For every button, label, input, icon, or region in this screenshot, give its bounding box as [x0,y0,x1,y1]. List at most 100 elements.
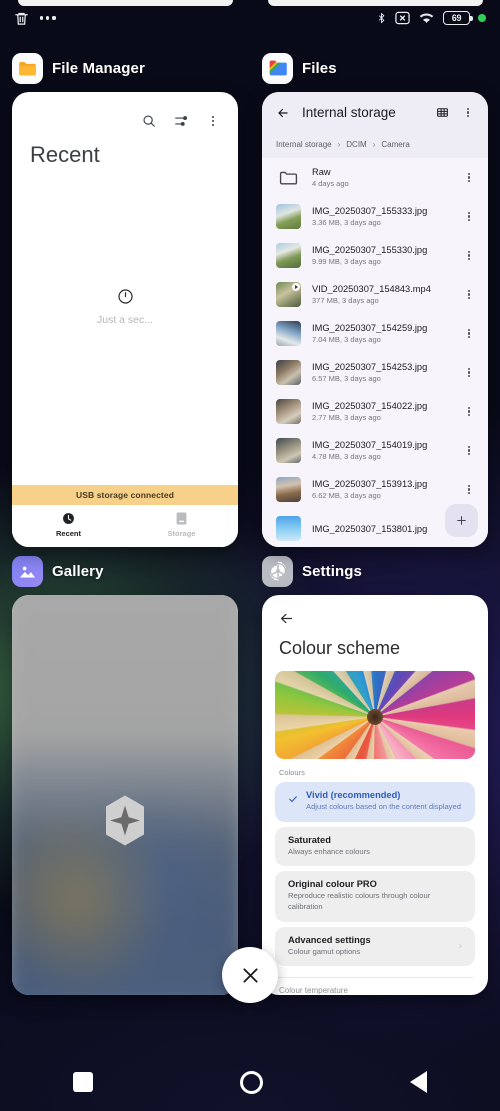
image-thumbnail [276,399,301,424]
arrow-back-icon[interactable] [279,611,488,626]
image-thumbnail [276,438,301,463]
bluetooth-icon [376,10,387,26]
breadcrumb[interactable]: Internal storage › DCIM › Camera [262,133,488,158]
arrow-back-icon[interactable] [276,106,290,120]
task-files[interactable]: Files Internal storage Internal storage … [250,44,500,547]
list-item[interactable]: IMG_20250307_154259.jpg 7.04 MB, 3 days a… [262,314,488,353]
tune-icon[interactable] [174,114,188,128]
task-gallery[interactable]: Gallery [0,547,250,995]
image-thumbnail [276,477,301,502]
list-item-meta: VID_20250307_154843.mp4 377 MB, 3 days ag… [312,284,451,305]
close-all-button[interactable] [222,947,278,1003]
list-item-name: IMG_20250307_154253.jpg [312,362,428,372]
file-manager-loading: Just a sec... [12,168,238,485]
app-name-file-manager: File Manager [52,59,145,77]
folder-icon [276,165,301,190]
more-vert-icon[interactable] [462,211,476,222]
list-item[interactable]: IMG_20250307_155330.jpg 9.99 MB, 3 days a… [262,236,488,275]
list-item[interactable]: Raw 4 days ago [262,158,488,197]
breadcrumb-item-0[interactable]: Internal storage [276,140,332,149]
home-circle-icon[interactable] [239,1070,263,1094]
hexagon-sparkle-icon [102,795,148,852]
tab-storage-label: Storage [167,529,196,538]
list-item-meta: IMG_20250307_153801.jpg [312,524,451,534]
tab-storage[interactable]: Storage [125,512,238,538]
battery-indicator: 69 [443,11,473,25]
colour-option-2[interactable]: Saturated Always enhance colours [275,826,475,867]
list-item-subtitle: 9.99 MB, 3 days ago [312,257,381,266]
add-icon[interactable] [445,504,478,537]
breadcrumb-item-2[interactable]: Camera [381,140,409,149]
list-item[interactable]: IMG_20250307_155333.jpg 3.36 MB, 3 days a… [262,197,488,236]
close-icon [242,967,258,983]
list-item[interactable]: IMG_20250307_154253.jpg 6.57 MB, 3 days a… [262,353,488,392]
system-navigation-bar [0,1053,500,1111]
task-file-manager[interactable]: File Manager Recent Just a sec... USB st… [0,44,250,547]
files-list[interactable]: Raw 4 days ago IMG_20250307_155333.jpg 3.36… [262,158,488,547]
more-vert-icon[interactable] [462,367,476,378]
card-files[interactable]: Internal storage Internal storage › DCIM… [262,92,488,547]
colour-option-name: Original colour PRO [288,879,377,890]
list-item-name: IMG_20250307_154022.jpg [312,401,428,411]
chevron-right-icon: › [337,140,341,149]
list-item-subtitle: 7.04 MB, 3 days ago [312,335,381,344]
more-vert-icon[interactable] [462,328,476,339]
list-item-subtitle: 3.36 MB, 3 days ago [312,218,381,227]
breadcrumb-item-1[interactable]: DCIM [346,140,366,149]
card-gallery[interactable] [12,595,238,995]
colour-scheme-options: Vivid (recommended) Adjust colours based … [262,782,488,971]
list-item-meta: Raw 4 days ago [312,167,451,188]
list-item-subtitle: 6.62 MB, 3 days ago [312,491,381,500]
card-settings[interactable]: Colour scheme Colours Vivid (recommended… [262,595,488,995]
tab-recent[interactable]: Recent [12,512,125,538]
more-vert-icon[interactable] [462,445,476,456]
more-vert-icon[interactable] [462,250,476,261]
more-vert-icon[interactable] [461,107,475,118]
app-header-files: Files [262,44,488,92]
more-vert-icon[interactable] [462,406,476,417]
trash-icon[interactable] [14,10,29,27]
search-icon[interactable] [142,114,156,128]
play-icon [292,283,300,291]
list-item[interactable]: VID_20250307_154843.mp4 377 MB, 3 days ag… [262,275,488,314]
colour-option-description: Always enhance colours [288,846,370,856]
colour-option-description: Adjust colours based on the content disp… [306,802,461,812]
app-header-file-manager: File Manager [12,44,238,92]
more-vert-icon[interactable] [206,116,220,126]
list-item-name: VID_20250307_154843.mp4 [312,284,431,294]
list-item-subtitle: 4 days ago [312,179,349,188]
colour-option-1[interactable]: Vivid (recommended) Adjust colours based … [275,782,475,822]
image-thumbnail [276,243,301,268]
list-item-meta: IMG_20250307_155333.jpg 3.36 MB, 3 days a… [312,206,451,227]
colour-option-4[interactable]: Advanced settings Colour gamut options › [275,926,475,967]
more-vert-icon[interactable] [462,289,476,300]
list-item[interactable]: IMG_20250307_154019.jpg 4.78 MB, 3 days a… [262,431,488,470]
list-item-subtitle: 4.78 MB, 3 days ago [312,452,381,461]
more-vert-icon[interactable] [462,484,476,495]
more-options-icon[interactable] [40,16,56,20]
gear-icon [262,555,293,587]
list-item-subtitle: 6.57 MB, 3 days ago [312,374,381,383]
clock-icon [117,288,134,305]
list-item-meta: IMG_20250307_154019.jpg 4.78 MB, 3 days a… [312,440,451,461]
chevron-right-icon: › [458,940,462,952]
image-thumbnail [276,321,301,346]
back-triangle-icon[interactable] [409,1071,427,1093]
colour-option-name: Saturated [288,834,331,845]
chevron-right-icon: › [372,140,376,149]
colour-option-3[interactable]: Original colour PRO Reproduce realistic c… [275,871,475,922]
more-vert-icon[interactable] [462,172,476,183]
task-settings[interactable]: Settings Colour scheme Colours Vivid (re… [250,547,500,995]
list-item-meta: IMG_20250307_154022.jpg 2.77 MB, 3 days a… [312,401,451,422]
list-item-meta: IMG_20250307_154259.jpg 7.04 MB, 3 days a… [312,323,451,344]
recents-square-icon[interactable] [73,1072,94,1092]
app-name-files: Files [302,59,337,77]
recents-row-top: File Manager Recent Just a sec... USB st… [0,44,500,547]
list-item[interactable]: IMG_20250307_154022.jpg 2.77 MB, 3 days a… [262,392,488,431]
files-app-bar: Internal storage [262,92,488,133]
grid-view-icon[interactable] [436,106,449,119]
card-file-manager[interactable]: Recent Just a sec... USB storage connect… [12,92,238,547]
clock-icon [62,512,75,525]
colour-option-name: Advanced settings [288,934,371,945]
colour-option-text: Saturated Always enhance colours [288,835,370,858]
